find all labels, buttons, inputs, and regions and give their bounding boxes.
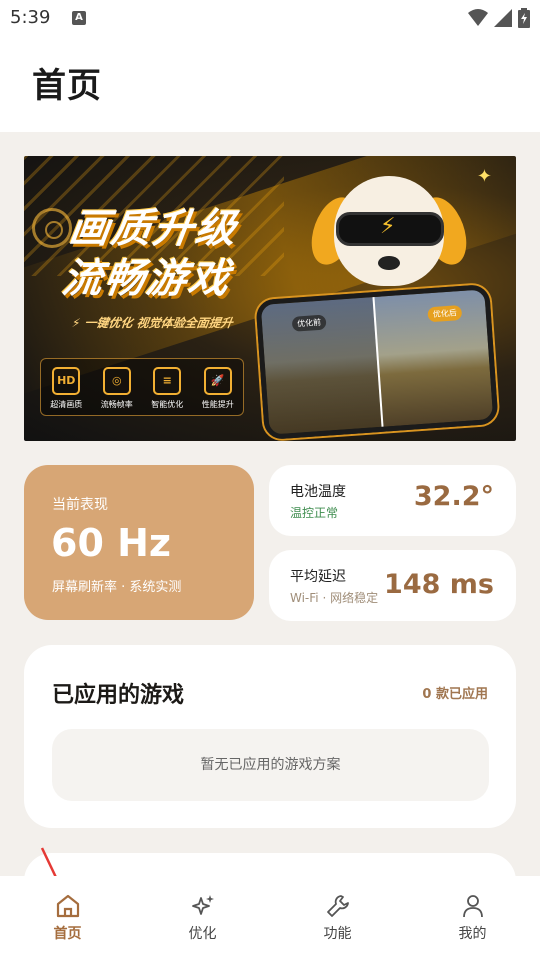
bottom-nav: 首页 优化 功能 我的: [0, 876, 540, 960]
banner-title-line2: 流畅游戏: [59, 256, 234, 302]
app-header: 首页: [0, 36, 540, 132]
page-title: 首页: [32, 66, 102, 106]
notification-icon: A: [72, 11, 86, 25]
banner-subtitle: ⚡ 一键优化 视觉体验全面提升: [70, 316, 234, 330]
rocket-icon: 🚀: [203, 367, 232, 395]
nav-label-profile: 我的: [458, 926, 487, 942]
banner-title-line1: 画质升级: [66, 206, 241, 252]
lightning-icon: ⚡: [380, 214, 396, 239]
promo-banner[interactable]: 画质升级 流畅游戏 ⚡ 一键优化 视觉体验全面提升 HD 超清画质 ◎ 流畅帧率…: [24, 156, 516, 441]
nav-label-optimize: 优化: [188, 926, 217, 942]
person-icon: [463, 895, 483, 918]
status-bar: 5:39 A: [0, 0, 540, 36]
sparkle-icon: [192, 895, 214, 915]
refresh-rate-card[interactable]: 当前表现 60 Hz 屏幕刷新率 · 系统实测: [24, 465, 254, 620]
crosshair-icon: [32, 208, 72, 248]
target-icon: ◎: [102, 367, 131, 395]
hd-icon: HD: [52, 367, 81, 395]
feature-label: 超清画质: [50, 400, 83, 409]
sparkle-icon: ✦: [476, 166, 492, 187]
battery-temp-card[interactable]: 电池温度 温控正常 32.2°: [269, 465, 516, 536]
feature-hd: HD 超清画质: [43, 367, 89, 415]
before-tag: 优化前: [291, 314, 327, 332]
nav-item-features[interactable]: 功能: [270, 876, 405, 960]
battery-icon: [518, 8, 530, 28]
sliders-icon: ≡: [153, 367, 182, 395]
latency-card[interactable]: 平均延迟 Wi-Fi · 网络稳定 148 ms: [269, 550, 516, 621]
refresh-rate-label: 当前表现: [52, 497, 108, 513]
applied-games-title: 已应用的游戏: [52, 683, 185, 708]
status-icons: [468, 8, 530, 28]
refresh-rate-value: 60 Hz: [51, 521, 172, 565]
status-time: 5:39: [10, 7, 51, 28]
battery-temp-value: 32.2°: [413, 481, 494, 512]
battery-temp-title: 电池温度: [290, 484, 346, 500]
signal-icon: [494, 9, 512, 27]
nav-item-profile[interactable]: 我的: [405, 876, 540, 960]
applied-games-card: 已应用的游戏 0 款已应用 暂无已应用的游戏方案: [24, 645, 516, 828]
next-section-card: [24, 853, 516, 876]
battery-temp-status: 温控正常: [290, 506, 339, 520]
after-tag: 优化后: [427, 304, 463, 323]
home-icon: [56, 894, 80, 918]
nav-item-optimize[interactable]: 优化: [135, 876, 270, 960]
phone-comparison-image: 优化前 优化后: [255, 284, 499, 440]
nav-label-features: 功能: [323, 926, 352, 942]
wrench-icon: [327, 895, 349, 917]
applied-games-empty-state: 暂无已应用的游戏方案: [52, 729, 489, 801]
nav-label-home: 首页: [53, 926, 82, 942]
latency-status: Wi-Fi · 网络稳定: [290, 591, 379, 605]
wifi-icon: [468, 9, 488, 26]
main-content[interactable]: 画质升级 流畅游戏 ⚡ 一键优化 视觉体验全面提升 HD 超清画质 ◎ 流畅帧率…: [0, 132, 540, 876]
dog-mascot-image: ⚡: [303, 166, 475, 306]
nav-item-home[interactable]: 首页: [0, 876, 135, 960]
latency-value: 148 ms: [384, 569, 494, 600]
banner-title: 画质升级 流畅游戏: [59, 204, 241, 304]
latency-title: 平均延迟: [290, 569, 346, 585]
feature-fps: ◎ 流畅帧率: [94, 367, 140, 415]
feature-label: 性能提升: [201, 400, 234, 409]
refresh-rate-desc: 屏幕刷新率 · 系统实测: [52, 580, 182, 595]
feature-label: 流畅帧率: [100, 400, 133, 409]
banner-feature-row: HD 超清画质 ◎ 流畅帧率 ≡ 智能优化 🚀 性能提升: [40, 358, 244, 416]
applied-games-count[interactable]: 0 款已应用: [422, 683, 488, 702]
feature-boost: 🚀 性能提升: [195, 367, 241, 415]
feature-label: 智能优化: [151, 400, 184, 409]
feature-smart: ≡ 智能优化: [144, 367, 190, 415]
